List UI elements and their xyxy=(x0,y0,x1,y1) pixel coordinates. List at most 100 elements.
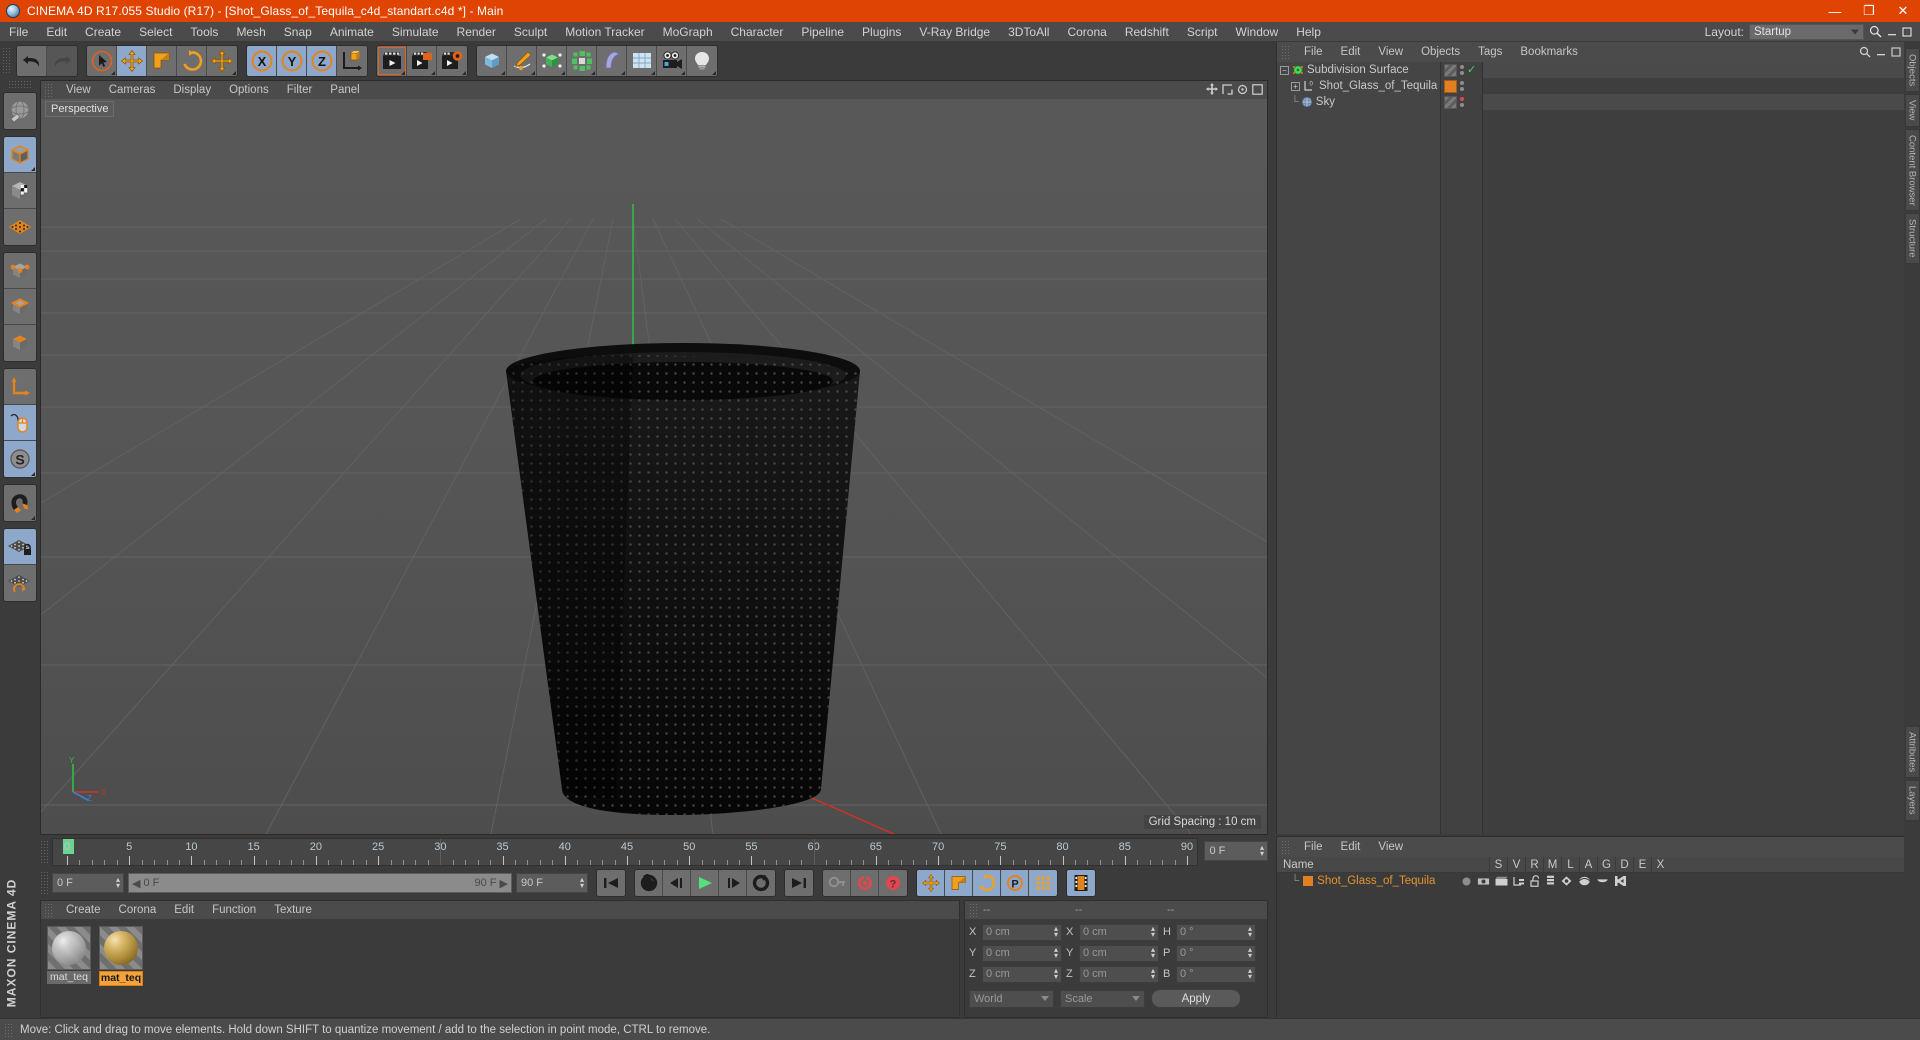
tag-col-e[interactable]: E xyxy=(1633,856,1651,873)
right-tab-view[interactable]: View xyxy=(1904,94,1920,127)
array-button[interactable] xyxy=(567,46,597,76)
menu-vray-bridge[interactable]: V-Ray Bridge xyxy=(910,22,999,42)
current-frame-field[interactable]: 0 F ▴ ▾ xyxy=(52,873,124,893)
stepper-icon[interactable]: ▴ ▾ xyxy=(1151,946,1155,960)
menu-create[interactable]: Create xyxy=(76,22,130,42)
coord-field-pos-x[interactable]: 0 cm ▴ ▾ xyxy=(982,923,1062,941)
coord-field-rot-b[interactable]: 0 ° ▴ ▾ xyxy=(1176,965,1256,983)
range-right-arrow-icon[interactable]: ▶ xyxy=(500,877,508,890)
deformer-button[interactable] xyxy=(597,46,627,76)
object-tag-column[interactable]: ✓ xyxy=(1441,62,1483,834)
timeline-toggle-button[interactable] xyxy=(1067,870,1095,896)
coord-field-size-y[interactable]: 0 cm ▴ ▾ xyxy=(1079,944,1159,962)
stepper-icon[interactable]: ▴ ▾ xyxy=(116,876,120,890)
tag-col-l[interactable]: L xyxy=(1561,856,1579,873)
play-forward-loop-button[interactable] xyxy=(747,870,775,896)
tag-col-s[interactable]: S xyxy=(1489,856,1507,873)
go-to-start-button[interactable] xyxy=(597,870,625,896)
visibility-dots-icon[interactable] xyxy=(1460,97,1464,107)
render-clapper-icon[interactable] xyxy=(1495,876,1508,887)
render-settings-button[interactable] xyxy=(437,46,467,76)
layout-dropdown[interactable]: Startup xyxy=(1749,23,1864,40)
right-tab-content-browser[interactable]: Content Browser xyxy=(1904,128,1920,212)
tag-menu-edit[interactable]: Edit xyxy=(1332,837,1370,857)
material-menu-function[interactable]: Function xyxy=(203,901,265,919)
snap-magnet-button[interactable] xyxy=(4,485,36,521)
menu-snap[interactable]: Snap xyxy=(275,22,321,42)
object-tree-column[interactable]: − Subdivision Surface + 0 Shot_Glass_of_… xyxy=(1277,62,1441,834)
animbar-grip[interactable] xyxy=(40,871,50,895)
object-axis-button[interactable] xyxy=(4,369,36,405)
s-dot-icon[interactable] xyxy=(1461,876,1472,887)
object-menu-bookmarks[interactable]: Bookmarks xyxy=(1511,42,1587,62)
move-view-icon[interactable] xyxy=(1206,83,1218,95)
move-duplicate-button[interactable] xyxy=(207,46,237,76)
y-axis-lock-button[interactable]: Y xyxy=(277,46,307,76)
stepper-icon[interactable]: ▴ ▾ xyxy=(1054,946,1058,960)
viewport-solo-button[interactable] xyxy=(4,405,36,441)
coord-field-size-z[interactable]: 0 cm ▴ ▾ xyxy=(1079,965,1159,983)
viewport-grip[interactable] xyxy=(44,83,54,97)
stepper-icon[interactable]: ▴ ▾ xyxy=(1248,946,1252,960)
material-thumbnail[interactable] xyxy=(99,926,143,970)
object-menu-tags[interactable]: Tags xyxy=(1469,42,1511,62)
tag-menu-file[interactable]: File xyxy=(1295,837,1332,857)
toolbar-grip[interactable] xyxy=(2,47,12,75)
coord-field-size-x[interactable]: 0 cm ▴ ▾ xyxy=(1079,923,1159,941)
menu-corona[interactable]: Corona xyxy=(1058,22,1115,42)
coord-field-rot-h[interactable]: 0 ° ▴ ▾ xyxy=(1176,923,1256,941)
close-button[interactable]: ✕ xyxy=(1886,0,1920,22)
menu-tools[interactable]: Tools xyxy=(181,22,227,42)
stepper-icon[interactable]: ▴ ▾ xyxy=(1260,844,1264,858)
play-reverse-loop-button[interactable] xyxy=(635,870,663,896)
search-icon[interactable] xyxy=(1859,46,1871,58)
material-menu-texture[interactable]: Texture xyxy=(265,901,321,919)
viewport-menu-options[interactable]: Options xyxy=(220,81,278,99)
lock-open-icon[interactable] xyxy=(1530,875,1541,887)
menu-render[interactable]: Render xyxy=(448,22,505,42)
viewport-menu-filter[interactable]: Filter xyxy=(278,81,322,99)
tag-col-r[interactable]: R xyxy=(1525,856,1543,873)
viewport-menu-panel[interactable]: Panel xyxy=(321,81,368,99)
object-menu-file[interactable]: File xyxy=(1295,42,1332,62)
deformer-icon[interactable] xyxy=(1578,875,1591,887)
go-to-end-button[interactable] xyxy=(785,870,813,896)
material-menu-create[interactable]: Create xyxy=(57,901,110,919)
menu-animate[interactable]: Animate xyxy=(321,22,383,42)
coordinate-mode-dropdown[interactable]: Scale xyxy=(1060,989,1145,1008)
parameter-key-button[interactable]: P xyxy=(1001,870,1029,896)
stepper-icon[interactable]: ▴ ▾ xyxy=(1248,967,1252,981)
object-row-subdivision-surface[interactable]: − Subdivision Surface xyxy=(1277,62,1440,78)
scale-view-icon[interactable] xyxy=(1222,83,1233,95)
stepper-icon[interactable]: ▴ ▾ xyxy=(1054,925,1058,939)
viewport-menu-display[interactable]: Display xyxy=(164,81,220,99)
camera-button[interactable] xyxy=(657,46,687,76)
nurbs-button[interactable] xyxy=(537,46,567,76)
tag-col-d[interactable]: D xyxy=(1615,856,1633,873)
rotation-key-button[interactable] xyxy=(973,870,1001,896)
visibility-dots-icon[interactable] xyxy=(1460,65,1464,75)
apply-button[interactable]: Apply xyxy=(1151,989,1241,1008)
status-bar-grip[interactable] xyxy=(4,1022,14,1037)
menu-sculpt[interactable]: Sculpt xyxy=(505,22,556,42)
workplane-mode-button[interactable] xyxy=(4,209,36,245)
points-mode-button[interactable] xyxy=(4,253,36,289)
checker-tag-icon[interactable] xyxy=(1444,95,1457,109)
object-manager-empty-area[interactable] xyxy=(1483,62,1920,834)
maximize-view-icon[interactable] xyxy=(1252,83,1263,95)
make-editable-button[interactable] xyxy=(4,93,36,129)
timeline-current-frame-field[interactable]: 0 F ▴ ▾ xyxy=(1204,841,1268,861)
viewport-menu-view[interactable]: View xyxy=(57,81,100,99)
menu-help[interactable]: Help xyxy=(1287,22,1330,42)
expander-icon[interactable]: + xyxy=(1291,81,1300,91)
play-button[interactable] xyxy=(691,870,719,896)
timeline-ruler[interactable]: 051015202530354045505560657075808590 xyxy=(52,838,1199,866)
search-icon[interactable] xyxy=(1869,25,1882,38)
environment-button[interactable] xyxy=(627,46,657,76)
end-frame-field[interactable]: 90 F ▴ ▾ xyxy=(516,873,588,893)
viewport-canvas[interactable]: Grid Spacing : 10 cm Y X Z xyxy=(41,99,1267,834)
live-selection-button[interactable] xyxy=(87,46,117,76)
material-menu-corona[interactable]: Corona xyxy=(110,901,166,919)
soft-selection-button[interactable]: S xyxy=(4,441,36,477)
step-back-button[interactable] xyxy=(663,870,691,896)
